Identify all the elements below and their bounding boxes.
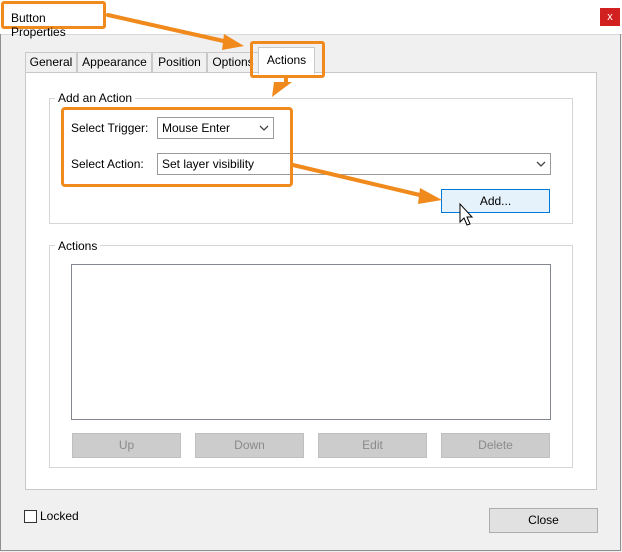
tab-actions-highlight xyxy=(250,41,325,78)
add-action-group-label: Add an Action xyxy=(55,91,136,105)
tab-position[interactable]: Position xyxy=(152,52,207,72)
chevron-down-icon xyxy=(532,154,550,174)
close-button[interactable]: Close xyxy=(489,508,598,533)
edit-button[interactable]: Edit xyxy=(318,433,427,458)
up-button[interactable]: Up xyxy=(72,433,181,458)
add-action-button[interactable]: Add... xyxy=(441,189,550,213)
locked-label: Locked xyxy=(40,509,79,523)
tab-general[interactable]: General xyxy=(25,52,77,72)
actions-list[interactable] xyxy=(71,264,551,420)
down-button[interactable]: Down xyxy=(195,433,304,458)
close-window-button[interactable]: x xyxy=(600,8,620,26)
tab-appearance[interactable]: Appearance xyxy=(77,52,152,72)
title-highlight: Button Properties xyxy=(1,1,106,39)
locked-checkbox[interactable] xyxy=(24,510,37,523)
trigger-action-highlight xyxy=(61,107,293,187)
delete-button[interactable]: Delete xyxy=(441,433,550,458)
actions-group-label: Actions xyxy=(55,239,101,253)
